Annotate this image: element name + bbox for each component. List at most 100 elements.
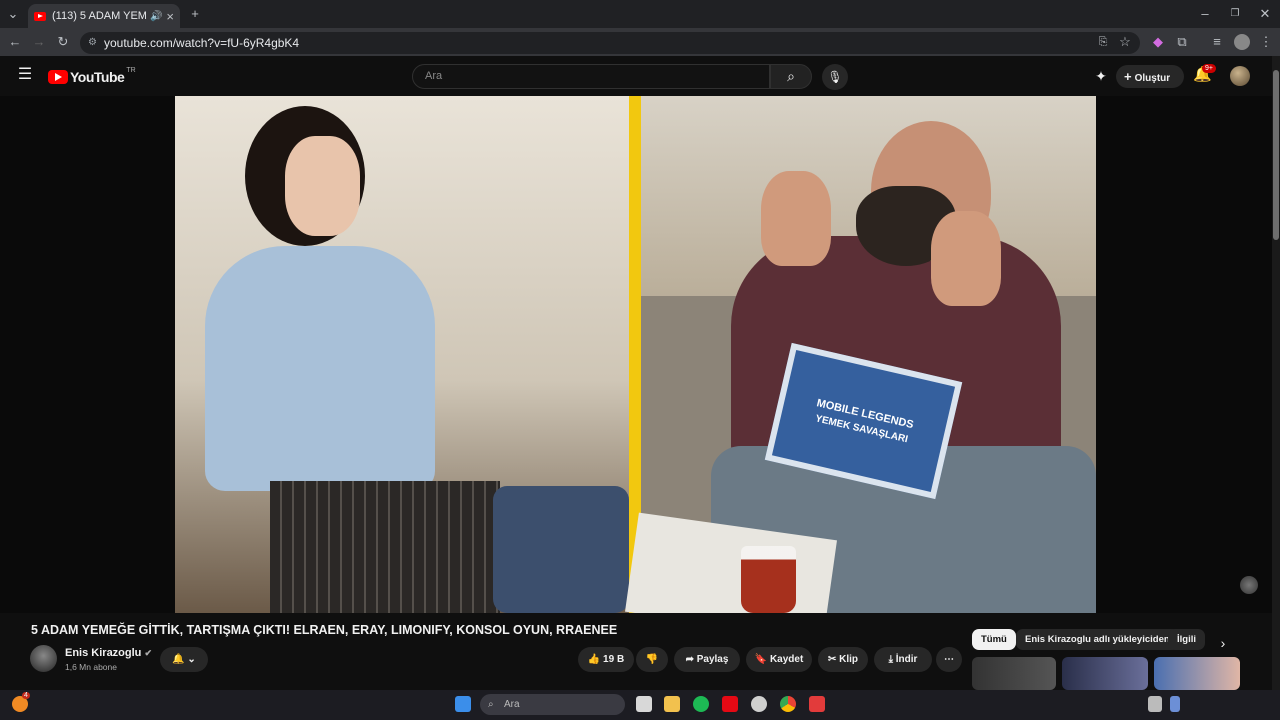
taskbar-search-icon: ⌕ <box>488 699 494 710</box>
onedrive-icon[interactable] <box>1148 696 1162 712</box>
extensions-puzzle-icon[interactable]: ⧉ <box>1175 34 1189 50</box>
steam-icon[interactable] <box>751 696 767 712</box>
new-tab-icon[interactable]: + <box>188 6 202 22</box>
striped-pants <box>270 481 500 613</box>
youtube-play-icon <box>48 70 68 84</box>
reload-icon[interactable]: ↻ <box>56 34 70 50</box>
more-actions-button[interactable]: ⋯ <box>936 647 962 672</box>
forward-icon[interactable]: → <box>32 34 46 50</box>
extension-icon[interactable]: ◆ <box>1151 34 1165 50</box>
recommended-thumbnail[interactable] <box>1062 657 1148 690</box>
subscriber-count: 1,6 Mn abone <box>65 662 117 672</box>
download-icon: ⤓ <box>888 654 896 665</box>
microphone-icon: 🎙 <box>827 70 843 84</box>
region-code: TR <box>126 66 136 74</box>
media-control-icon[interactable]: ≡ <box>1210 34 1224 50</box>
close-tab-icon[interactable]: × <box>166 9 174 24</box>
menu-kebab-icon[interactable]: ⋮ <box>1259 34 1273 50</box>
chip-related[interactable]: İlgili <box>1168 629 1205 650</box>
clip-label: Klip <box>839 654 859 665</box>
tab-search-icon[interactable]: ⌄ <box>6 6 20 22</box>
widget-badge: 4 <box>22 692 30 699</box>
scrollbar-thumb[interactable] <box>1273 70 1279 240</box>
clip-button[interactable]: ✂ Klip <box>818 647 868 672</box>
save-button[interactable]: 🔖 Kaydet <box>746 647 812 672</box>
task-view-icon[interactable] <box>636 696 652 712</box>
browser-toolbar: ← → ↻ ⚙ youtube.com/watch?v=fU-6yR4gbK4 … <box>0 28 1280 56</box>
youtube-favicon-icon <box>34 11 46 21</box>
address-bar[interactable]: ⚙ youtube.com/watch?v=fU-6yR4gbK4 <box>80 32 1140 54</box>
sofa-pillow <box>493 486 629 613</box>
create-label: Oluştur <box>1134 73 1171 84</box>
notification-badge: 9+ <box>1202 64 1216 73</box>
logo-text: YouTube <box>70 69 125 85</box>
more-horizontal-icon: ⋯ <box>944 654 954 665</box>
chip-from-uploader[interactable]: Enis Kirazoglu adlı yükleyiciden <box>1016 629 1179 650</box>
woman-face <box>285 136 360 236</box>
taskbar-search-input[interactable]: ⌕ Ara <box>480 694 625 715</box>
recommended-thumbnail[interactable] <box>972 657 1056 690</box>
youtube-header: ☰ YouTube TR Ara ⌕ 🎙 ✦ + Oluştur 🔔 9+ <box>0 56 1272 96</box>
video-right-scene: MOBILE LEGENDS YEMEK SAVAŞLARI <box>625 96 1096 613</box>
subscription-bell-button[interactable]: 🔔 ⌄ <box>160 647 208 672</box>
overlay-avatar[interactable] <box>1240 576 1258 594</box>
search-button[interactable]: ⌕ <box>770 64 812 89</box>
youtube-logo[interactable]: YouTube TR <box>48 66 136 85</box>
maximize-icon[interactable]: ❐ <box>1227 6 1243 22</box>
channel-avatar[interactable] <box>30 645 57 672</box>
tray-app-icon[interactable] <box>1170 696 1180 712</box>
plus-icon: + <box>1124 69 1132 84</box>
audio-playing-icon[interactable]: 🔊 <box>150 11 162 22</box>
start-windows-icon[interactable] <box>455 696 471 712</box>
share-label: Paylaş <box>696 654 729 665</box>
bookmark-icon: 🔖 <box>754 654 770 665</box>
install-app-icon[interactable]: ⎘ <box>1096 34 1110 50</box>
verified-icon: ✔ <box>144 648 153 658</box>
woman-shirt <box>205 246 435 491</box>
tab-title: (113) 5 ADAM YEMEĞE GİTTİ <box>52 10 146 22</box>
close-window-icon[interactable]: ✕ <box>1257 6 1273 22</box>
bell-icon: 🔔 <box>172 654 185 665</box>
site-info-icon[interactable]: ⚙ <box>88 32 97 54</box>
channel-name[interactable]: Enis Kirazoglu ✔ <box>65 647 152 659</box>
taskbar-search-placeholder: Ara <box>504 699 520 710</box>
search-icon: ⌕ <box>787 68 795 84</box>
voice-search-button[interactable]: 🎙 <box>822 64 848 90</box>
account-avatar[interactable] <box>1230 66 1250 86</box>
thumbs-down-icon: 👎 <box>645 654 659 665</box>
chip-next-chevron-icon[interactable]: › <box>1216 635 1230 651</box>
ai-sparkle-icon[interactable]: ✦ <box>1093 68 1109 84</box>
channel-name-text: Enis Kirazoglu <box>65 647 142 659</box>
recommended-thumbnail[interactable] <box>1154 657 1240 690</box>
chevron-down-icon: ⌄ <box>184 654 196 665</box>
share-button[interactable]: ➦ Paylaş <box>674 647 740 672</box>
minimize-icon[interactable]: – <box>1197 6 1213 22</box>
tea-glass <box>741 546 796 613</box>
video-player[interactable]: MOBILE LEGENDS YEMEK SAVAŞLARI <box>0 96 1272 613</box>
create-button[interactable]: + Oluştur <box>1116 65 1184 88</box>
left-hand <box>761 171 831 266</box>
video-left-scene <box>175 96 629 613</box>
hamburger-menu-icon[interactable]: ☰ <box>16 67 34 83</box>
url-text: youtube.com/watch?v=fU-6yR4gbK4 <box>104 36 300 50</box>
download-label: İndir <box>895 654 918 665</box>
save-label: Kaydet <box>769 654 804 665</box>
browser-tab[interactable]: (113) 5 ADAM YEMEĞE GİTTİ 🔊 × <box>28 4 180 28</box>
thumbs-up-icon: 👍 <box>587 654 604 665</box>
back-icon[interactable]: ← <box>8 34 22 50</box>
chrome-icon[interactable] <box>780 696 796 712</box>
app-icon[interactable] <box>809 696 825 712</box>
file-explorer-icon[interactable] <box>664 696 680 712</box>
like-button[interactable]: 👍 19 B <box>578 647 634 672</box>
profile-icon[interactable] <box>1234 34 1250 50</box>
video-frame: MOBILE LEGENDS YEMEK SAVAŞLARI <box>175 96 1096 613</box>
bookmark-star-icon[interactable]: ☆ <box>1118 34 1132 50</box>
chip-all[interactable]: Tümü <box>972 629 1016 650</box>
search-input[interactable]: Ara <box>412 64 770 89</box>
windows-taskbar: 4 ⌕ Ara <box>0 690 1280 720</box>
spotify-icon[interactable] <box>693 696 709 712</box>
download-button[interactable]: ⤓ İndir <box>874 647 932 672</box>
netflix-icon[interactable] <box>722 696 738 712</box>
dislike-button[interactable]: 👎 <box>636 647 668 672</box>
browser-tab-strip: ⌄ (113) 5 ADAM YEMEĞE GİTTİ 🔊 × + – ❐ ✕ <box>0 0 1280 28</box>
